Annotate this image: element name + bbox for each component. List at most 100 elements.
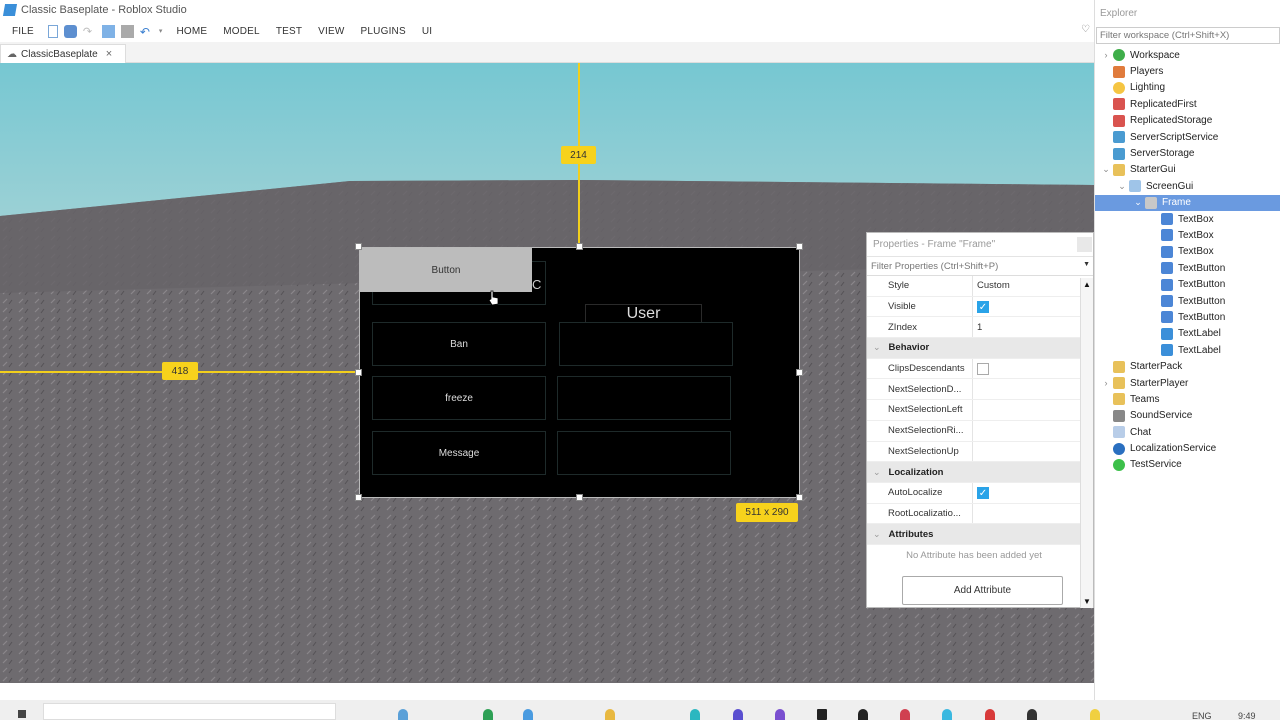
properties-close-button[interactable]: [1077, 237, 1092, 252]
explorer-item-serverscriptservice[interactable]: ServerScriptService: [1095, 129, 1280, 145]
taskbar-app-icon[interactable]: [398, 709, 408, 720]
explorer-item-chat[interactable]: Chat: [1095, 424, 1280, 440]
explorer-item-textbutton[interactable]: TextButton: [1095, 309, 1280, 325]
property-row[interactable]: NextSelectionLeft: [867, 400, 1081, 421]
taskbar-app-icon[interactable]: [690, 709, 700, 720]
explorer-item-startergui[interactable]: ⌄ StarterGui: [1095, 162, 1280, 178]
gui-textbox-3[interactable]: [557, 431, 731, 475]
taskbar-app-icon[interactable]: [775, 709, 785, 720]
property-row[interactable]: NextSelectionUp: [867, 441, 1081, 463]
taskbar-app-icon[interactable]: [605, 709, 615, 720]
taskbar-app-icon[interactable]: [985, 709, 995, 720]
property-value[interactable]: ✓: [973, 483, 1081, 503]
property-row[interactable]: NextSelectionRi...: [867, 420, 1081, 442]
explorer-item-textbutton[interactable]: TextButton: [1095, 293, 1280, 309]
redo-icon[interactable]: ↷: [83, 25, 96, 38]
add-attribute-button[interactable]: Add Attribute: [902, 576, 1063, 605]
gui-textbox-2[interactable]: [557, 376, 731, 420]
checkbox-checked[interactable]: ✓: [977, 486, 989, 499]
explorer-item-replicatedstorage[interactable]: ReplicatedStorage: [1095, 113, 1280, 129]
taskbar-app-icon[interactable]: [1027, 709, 1037, 720]
gui-textbox-1[interactable]: [559, 322, 733, 366]
taskbar-app-icon[interactable]: [733, 709, 743, 720]
close-tab-icon[interactable]: ×: [106, 48, 112, 60]
taskbar-app-icon[interactable]: [942, 709, 952, 720]
chevron-down-icon[interactable]: ⌄: [1099, 164, 1113, 175]
explorer-item-localizationservice[interactable]: LocalizationService: [1095, 440, 1280, 456]
gui-message-button[interactable]: Message: [372, 431, 546, 475]
tab-home[interactable]: HOME: [168, 26, 215, 37]
checkbox-unchecked[interactable]: [977, 362, 989, 375]
property-value[interactable]: [973, 400, 1081, 420]
property-section-attributes[interactable]: ⌄ Attributes: [867, 524, 1081, 545]
scroll-up-icon[interactable]: ▲: [1083, 280, 1091, 289]
explorer-item-soundservice[interactable]: SoundService: [1095, 408, 1280, 424]
gui-freeze-button[interactable]: freeze: [372, 376, 546, 420]
explorer-filter-input[interactable]: Filter workspace (Ctrl+Shift+X): [1096, 27, 1280, 44]
chevron-down-icon[interactable]: ⌄: [1115, 181, 1129, 192]
publish-icon[interactable]: [101, 24, 115, 38]
property-value[interactable]: [973, 504, 1081, 524]
tab-classic-baseplate[interactable]: ☁ ClassicBaseplate ×: [0, 44, 126, 63]
resize-handle-bm[interactable]: [576, 494, 583, 501]
explorer-item-lighting[interactable]: Lighting: [1095, 80, 1280, 96]
explorer-item-teams[interactable]: Teams: [1095, 391, 1280, 407]
property-section-behavior[interactable]: ⌄ Behavior: [867, 338, 1081, 359]
explorer-item-textbutton[interactable]: TextButton: [1095, 260, 1280, 276]
explorer-item-textbox[interactable]: TextBox: [1095, 211, 1280, 227]
property-row[interactable]: RootLocalizatio...: [867, 503, 1081, 525]
resize-handle-tr[interactable]: [796, 243, 803, 250]
gui-ban-button[interactable]: Ban: [372, 322, 546, 366]
chevron-down-icon[interactable]: ⌄: [873, 342, 881, 353]
explorer-item-replicatedfirst[interactable]: ReplicatedFirst: [1095, 96, 1280, 112]
chevron-right-icon[interactable]: ›: [1099, 50, 1113, 60]
explorer-item-textbox[interactable]: TextBox: [1095, 244, 1280, 260]
tab-view[interactable]: VIEW: [310, 26, 352, 37]
property-row[interactable]: AutoLocalize ✓: [867, 482, 1081, 504]
property-value[interactable]: 1: [973, 317, 1081, 337]
explorer-item-textlabel[interactable]: TextLabel: [1095, 342, 1280, 358]
property-row[interactable]: ZIndex 1: [867, 317, 1081, 339]
explorer-item-screengui[interactable]: ⌄ ScreenGui: [1095, 178, 1280, 194]
explorer-item-workspace[interactable]: › Workspace: [1095, 47, 1280, 63]
explorer-item-textbox[interactable]: TextBox: [1095, 227, 1280, 243]
chevron-right-icon[interactable]: ›: [1099, 378, 1113, 388]
file-menu[interactable]: FILE: [0, 26, 42, 37]
stop-icon[interactable]: [120, 24, 134, 38]
tab-model[interactable]: MODEL: [215, 26, 268, 37]
taskbar-search-box[interactable]: [43, 703, 336, 720]
taskbar-app-icon[interactable]: [1090, 709, 1100, 720]
chevron-down-icon[interactable]: ⌄: [873, 467, 881, 478]
tab-plugins[interactable]: PLUGINS: [353, 26, 414, 37]
explorer-item-frame[interactable]: ⌄ Frame: [1095, 194, 1280, 211]
property-row[interactable]: NextSelectionD...: [867, 379, 1081, 401]
explorer-item-serverstorage[interactable]: ServerStorage: [1095, 145, 1280, 161]
checkbox-checked[interactable]: ✓: [977, 300, 989, 313]
property-value[interactable]: [973, 379, 1081, 399]
resize-handle-mr[interactable]: [796, 369, 803, 376]
property-row[interactable]: ClipsDescendants: [867, 358, 1081, 380]
properties-scrollbar[interactable]: ▲ ▼: [1080, 278, 1093, 608]
property-value[interactable]: ✓: [973, 297, 1081, 317]
property-value[interactable]: [973, 421, 1081, 441]
resize-handle-br[interactable]: [796, 494, 803, 501]
scroll-down-icon[interactable]: ▼: [1083, 597, 1091, 606]
explorer-item-textlabel[interactable]: TextLabel: [1095, 326, 1280, 342]
taskbar-app-icon[interactable]: [858, 709, 868, 720]
taskbar-app-icon[interactable]: [483, 709, 493, 720]
resize-handle-tl[interactable]: [355, 243, 362, 250]
undo-icon[interactable]: ↶: [140, 25, 153, 39]
gui-frame[interactable]: C Button User Ban freeze Message: [359, 247, 800, 498]
resize-handle-tm[interactable]: [576, 243, 583, 250]
customize-dropdown-icon[interactable]: ▾: [159, 27, 163, 35]
property-value[interactable]: [973, 359, 1081, 379]
resize-handle-ml[interactable]: [355, 369, 362, 376]
tab-test[interactable]: TEST: [268, 26, 310, 37]
taskbar-app-icon[interactable]: [523, 709, 533, 720]
property-section-localization[interactable]: ⌄ Localization: [867, 462, 1081, 483]
new-file-icon[interactable]: [47, 24, 58, 38]
gui-top-button[interactable]: Button: [360, 248, 532, 292]
start-button[interactable]: [18, 710, 26, 718]
taskbar-app-icon[interactable]: [817, 709, 827, 720]
find-icon[interactable]: [63, 24, 77, 38]
